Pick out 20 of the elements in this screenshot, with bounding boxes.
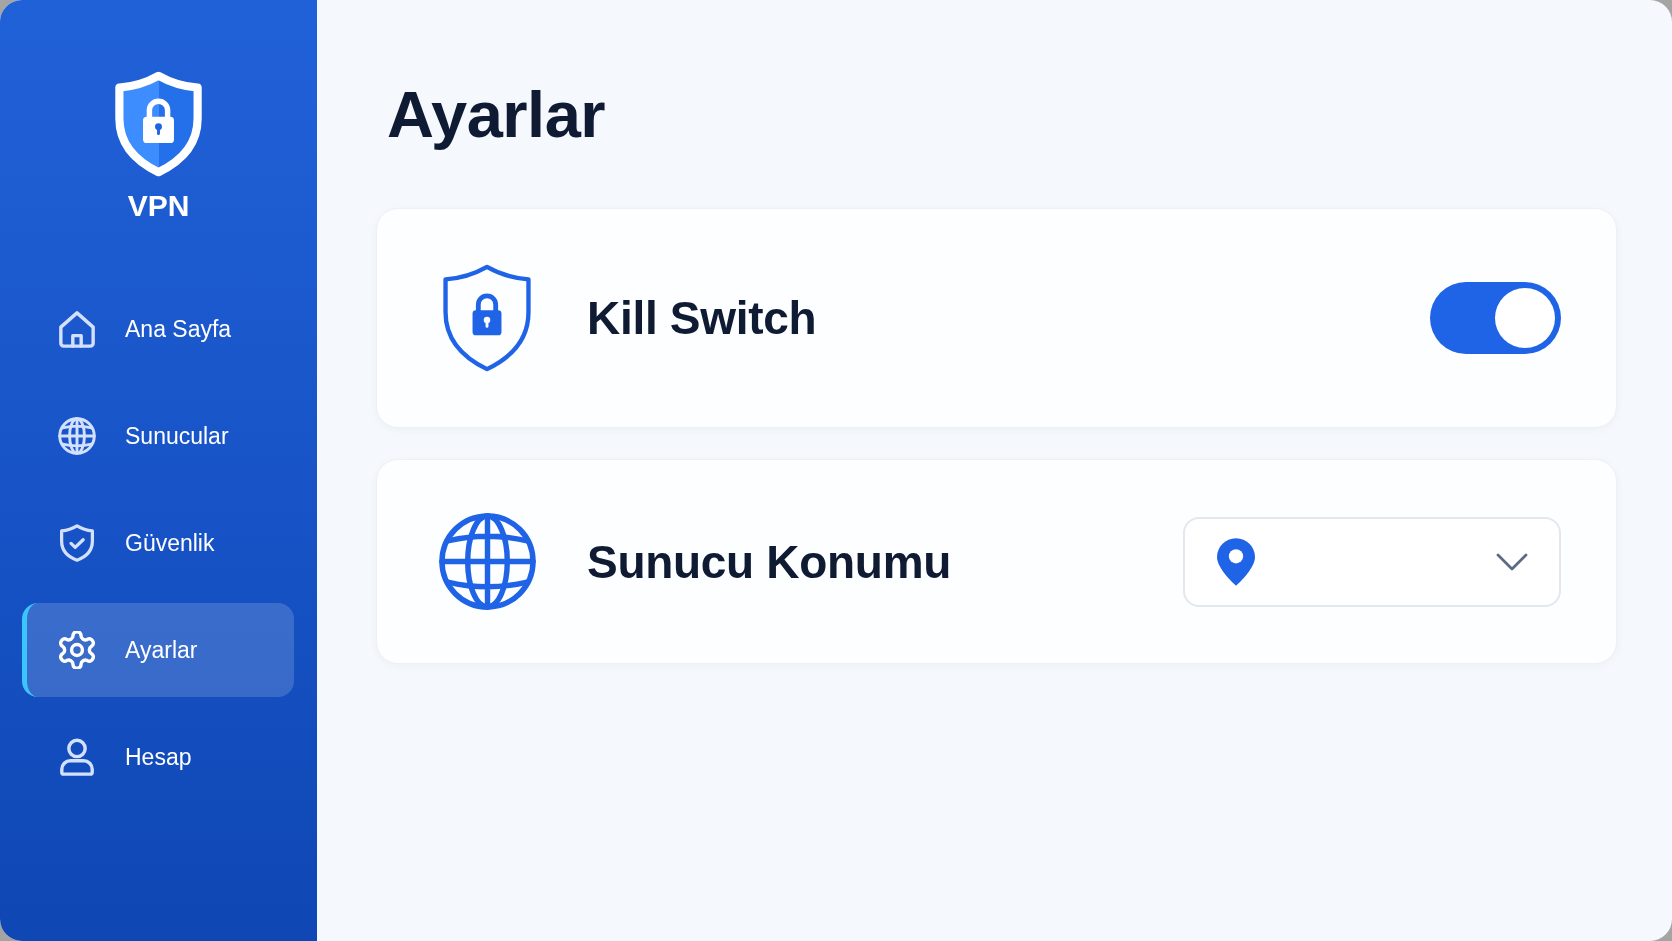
home-icon xyxy=(58,310,96,348)
map-pin-icon xyxy=(1217,537,1255,586)
shield-lock-icon xyxy=(442,264,532,372)
setting-label: Kill Switch xyxy=(587,291,817,345)
globe-icon xyxy=(437,512,537,611)
setting-label: Sunucu Konumu xyxy=(587,534,952,589)
sidebar-item[interactable]: Ayarlar xyxy=(22,603,294,697)
gear-icon xyxy=(58,631,96,669)
app-name: VPN xyxy=(127,188,190,224)
shield-check-icon xyxy=(58,524,96,562)
sidebar-item[interactable]: Güvenlik xyxy=(22,496,294,590)
page-title: Ayarlar xyxy=(387,77,606,153)
user-icon xyxy=(58,738,96,776)
shield-lock-icon xyxy=(113,71,204,177)
chevron-down-icon xyxy=(1496,552,1528,571)
sidebar-item[interactable]: Sunucular xyxy=(22,389,294,483)
location-dropdown[interactable] xyxy=(1183,516,1561,607)
sidebar-item[interactable]: Ana Sayfa xyxy=(22,282,294,376)
globe-icon xyxy=(58,417,96,455)
sidebar-item[interactable]: Hesap xyxy=(22,710,294,804)
